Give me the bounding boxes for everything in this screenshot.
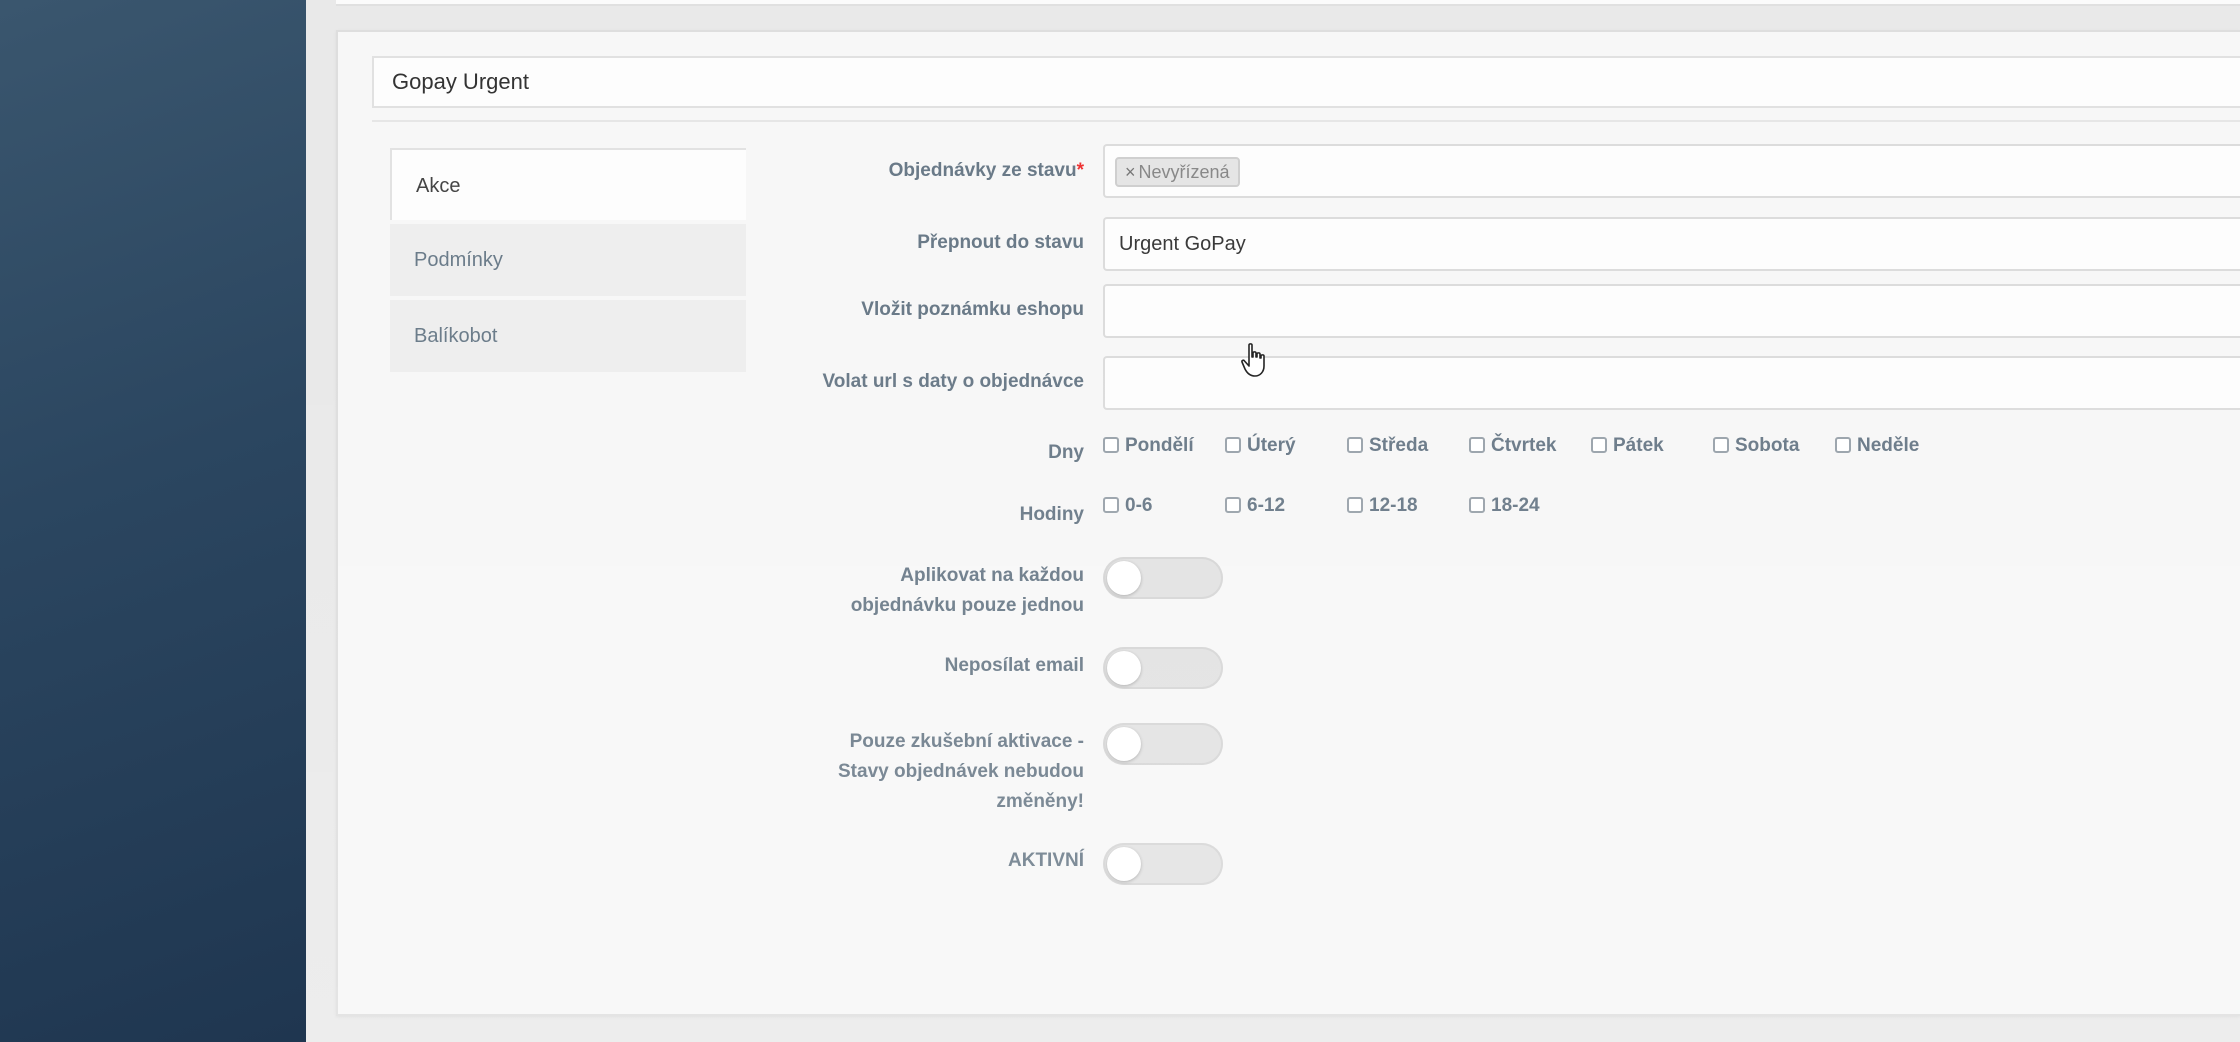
shop-note-field[interactable] [1103,284,2240,338]
call-url-label: Volat url s daty o objednávce [822,371,1085,392]
status-tag[interactable]: × Nevyřízená [1115,157,1240,187]
hours-label: Hodiny [1019,504,1084,525]
test-activation-toggle[interactable] [1103,723,1223,765]
apply-once-toggle[interactable] [1103,557,1223,599]
hour-checkbox-18-24[interactable]: 18-24 [1469,492,1540,520]
call-url-input[interactable] [1105,358,2240,408]
hour-checkbox-0-6[interactable]: 0-6 [1103,492,1152,520]
rule-name-header[interactable]: Gopay Urgent [372,56,2240,108]
call-url-field[interactable] [1103,356,2240,410]
tag-remove-icon[interactable]: × [1125,162,1136,182]
from-status-label: Objednávky ze stavu* [888,160,1084,181]
checkbox-icon[interactable] [1103,497,1119,513]
day-checkbox-nedele[interactable]: Neděle [1835,432,1919,460]
apply-once-label: Aplikovat na každou objednávku pouze jedn… [850,565,1084,616]
main-content: Gopay Urgent Akce Podmínky Balíkobot Obj… [306,0,2240,1042]
active-label: AKTIVNÍ [1008,850,1084,871]
checkbox-icon[interactable] [1835,437,1851,453]
status-tag-label: Nevyřízená [1138,162,1230,182]
app-sidebar [0,0,306,1042]
checkbox-icon[interactable] [1225,497,1241,513]
day-checkbox-streda[interactable]: Středa [1347,432,1428,460]
day-checkbox-pondeli[interactable]: Pondělí [1103,432,1194,460]
hour-checkbox-6-12[interactable]: 6-12 [1225,492,1285,520]
toggle-knob [1107,651,1141,685]
no-email-toggle[interactable] [1103,647,1223,689]
checkbox-icon[interactable] [1591,437,1607,453]
checkbox-icon[interactable] [1347,497,1363,513]
days-label: Dny [1048,442,1084,463]
hand-cursor-icon [1241,343,1265,377]
shop-note-input[interactable] [1105,286,2240,336]
switch-status-label: Přepnout do stavu [917,232,1084,253]
checkbox-icon[interactable] [1347,437,1363,453]
test-activation-label: Pouze zkušební aktivace - Stavy objednáve… [838,731,1084,812]
toggle-knob [1107,847,1141,881]
no-email-label: Neposílat email [944,655,1084,676]
header-divider [372,120,2240,122]
checkbox-icon[interactable] [1225,437,1241,453]
active-toggle[interactable] [1103,843,1223,885]
day-checkbox-utery[interactable]: Úterý [1225,432,1296,460]
toggle-knob [1107,727,1141,761]
from-status-multiselect[interactable]: × Nevyřízená [1103,144,2240,198]
shop-note-label: Vložit poznámku eshopu [861,299,1084,320]
checkbox-icon[interactable] [1103,437,1119,453]
checkbox-icon[interactable] [1713,437,1729,453]
required-mark: * [1076,160,1084,181]
day-checkbox-sobota[interactable]: Sobota [1713,432,1799,460]
switch-status-value: Urgent GoPay [1119,233,1246,255]
switch-status-select[interactable]: Urgent GoPay [1103,217,2240,271]
day-checkbox-patek[interactable]: Pátek [1591,432,1664,460]
hour-checkbox-12-18[interactable]: 12-18 [1347,492,1418,520]
checkbox-icon[interactable] [1469,497,1485,513]
checkbox-icon[interactable] [1469,437,1485,453]
previous-card-edge [336,0,2240,6]
toggle-knob [1107,561,1141,595]
day-checkbox-ctvrtek[interactable]: Čtvrtek [1469,432,1556,460]
